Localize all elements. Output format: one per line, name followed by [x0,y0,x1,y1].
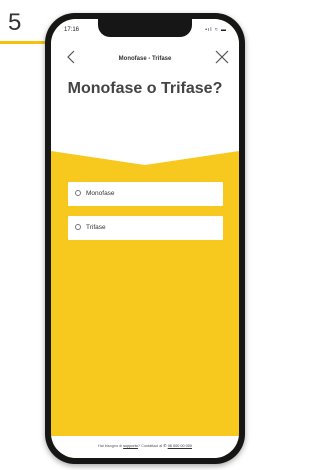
option-trifase[interactable]: Trifase [68,216,223,240]
radio-button[interactable] [75,190,81,196]
step-number: 5 [8,9,22,36]
phone-notch [98,19,192,37]
support-prefix: Hai bisogno di [98,444,123,448]
page-title: Monofase - Trifase [118,56,172,62]
phone-screen: 17:16 •ıl ≈ ▬ Monofase - Trifase Monofas… [51,19,239,458]
support-middle: ? Contattaci al [137,444,163,448]
option-label: Monofase [86,190,115,197]
phone-frame: 17:16 •ıl ≈ ▬ Monofase - Trifase Monofas… [45,13,245,464]
support-text: Hai bisogno di supporto? Contattaci al ✆… [51,443,239,448]
option-label: Trifase [86,224,106,231]
step-underline [0,41,50,44]
option-monofase[interactable]: Monofase [68,182,223,206]
close-icon [215,50,229,64]
support-phone-link[interactable]: 06 000 00 000 [168,444,192,448]
phone-icon: ✆ [163,443,167,448]
status-icons: •ıl ≈ ▬ [205,27,227,33]
close-button[interactable] [213,48,231,66]
radio-button[interactable] [75,224,81,230]
chevron-divider [51,147,239,165]
question-heading: Monofase o Trifase? [67,80,223,97]
header-area: 17:16 •ıl ≈ ▬ Monofase - Trifase Monofas… [51,19,239,147]
status-time: 17:16 [64,27,80,33]
support-link[interactable]: supporto [123,444,138,448]
support-footer: Hai bisogno di supporto? Contattaci al ✆… [51,436,239,458]
